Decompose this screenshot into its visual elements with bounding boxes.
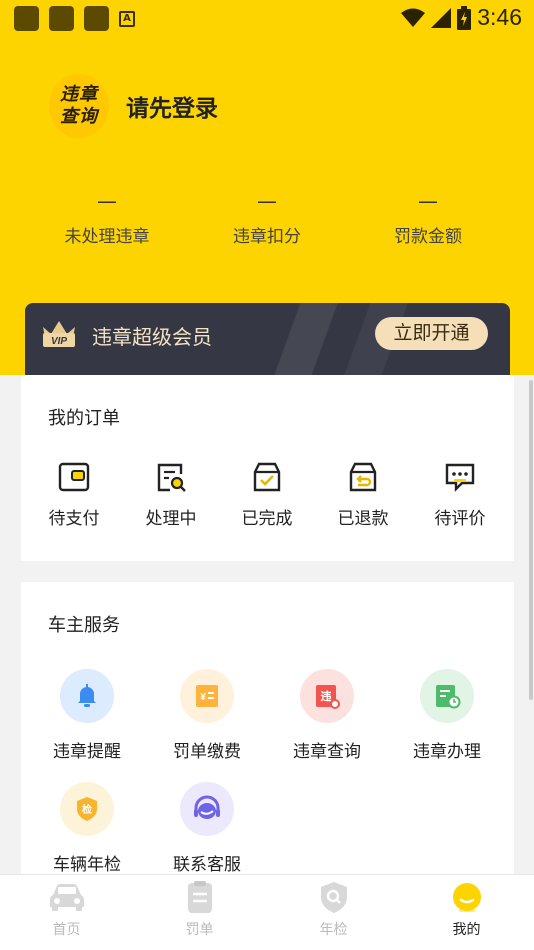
avatar-text-line2: 查询 [60,106,98,127]
battery-icon [457,5,472,30]
vip-title: 违章超级会员 [92,325,212,349]
service-violation-reminder[interactable]: 违章提醒 [27,669,147,762]
bell-icon [78,684,96,707]
order-label: 处理中 [145,509,197,529]
service-label: 联系客服 [173,855,241,875]
vip-membership-card[interactable]: VIP 违章超级会员 立即开通 [25,303,510,375]
clipboard-icon [187,881,212,913]
stat-unhandled-violations[interactable]: — 未处理违章 [27,186,187,247]
ticket-icon: ¥ [196,685,218,707]
nav-label: 我的 [452,922,481,938]
comment-icon [445,463,475,492]
service-label: 违章提醒 [53,742,121,762]
order-refunded[interactable]: 已退款 [315,460,411,529]
shield-search-icon [320,882,347,913]
stat-deducted-points[interactable]: — 违章扣分 [187,186,347,247]
shield-check-icon: 检 [77,797,97,821]
service-violation-query[interactable]: 违 违章查询 [267,669,387,762]
wifi-icon [401,8,426,27]
box-check-icon [253,462,281,492]
svg-text:违: 违 [321,689,332,703]
order-label: 已退款 [337,509,389,529]
order-completed[interactable]: 已完成 [219,460,315,529]
vip-badge-text: VIP [51,336,67,347]
nav-label: 首页 [52,922,81,938]
stat-label: 罚款金额 [394,227,462,247]
signal-icon [431,7,452,28]
avatar[interactable]: 违章 查询 [49,74,109,138]
order-label: 待支付 [48,509,100,529]
app-badge-icon: A [119,11,135,27]
service-label: 违章查询 [293,742,361,762]
nav-tab-tickets[interactable]: 罚单 [133,881,266,939]
my-orders-card: 我的订单 待支付 处理中 已完成 已退款 待评价 [21,375,514,561]
headset-icon [194,795,220,819]
stat-label: 未处理违章 [64,227,150,247]
notification-icon [49,6,74,31]
svg-text:检: 检 [82,803,92,816]
stat-value: — [418,189,438,213]
service-annual-inspection[interactable]: 检 车辆年检 [27,782,147,875]
stat-value: — [257,189,277,213]
document-clock-icon [436,685,461,709]
notification-icon [84,6,109,31]
vip-crown-icon: VIP [43,321,75,347]
search-doc-icon [157,463,186,492]
services-title: 车主服务 [48,615,120,636]
service-label: 违章办理 [413,742,481,762]
stat-label: 违章扣分 [233,227,301,247]
nav-label: 罚单 [185,922,214,938]
svg-text:¥: ¥ [200,692,206,703]
stat-fine-amount[interactable]: — 罚款金额 [348,186,508,247]
service-violation-handling[interactable]: 违章办理 [387,669,507,762]
owner-services-card: 车主服务 违章提醒 ¥ 罚单缴费 违 违章查询 违章办理 检 车辆年检 联系客服 [21,582,514,882]
orders-title: 我的订单 [48,408,120,429]
order-label: 已完成 [241,509,293,529]
service-customer-support[interactable]: 联系客服 [147,782,267,875]
car-icon [49,884,84,911]
order-pending-payment[interactable]: 待支付 [26,460,122,529]
service-label: 罚单缴费 [173,742,241,762]
violation-search-icon: 违 [316,685,340,709]
wallet-icon [58,462,90,492]
nav-tab-home[interactable]: 首页 [0,881,133,939]
service-ticket-payment[interactable]: ¥ 罚单缴费 [147,669,267,762]
status-time: 3:46 [477,4,522,30]
profile-icon [452,883,481,912]
activate-vip-button[interactable]: 立即开通 [375,317,488,350]
order-processing[interactable]: 处理中 [123,460,219,529]
order-pending-review[interactable]: 待评价 [412,460,508,529]
nav-label: 年检 [319,922,348,938]
scrollbar[interactable] [529,380,533,700]
status-bar: A 3:46 [0,0,534,36]
nav-tab-inspection[interactable]: 年检 [267,881,400,939]
service-label: 车辆年检 [53,855,121,875]
stat-value: — [97,189,117,213]
notification-icon [14,6,39,31]
login-prompt[interactable]: 请先登录 [126,89,218,123]
box-return-icon [349,462,377,492]
order-label: 待评价 [434,509,486,529]
avatar-text-line1: 违章 [60,84,98,105]
bottom-nav: 首页 罚单 年检 我的 [0,874,534,950]
nav-tab-mine[interactable]: 我的 [400,881,533,939]
